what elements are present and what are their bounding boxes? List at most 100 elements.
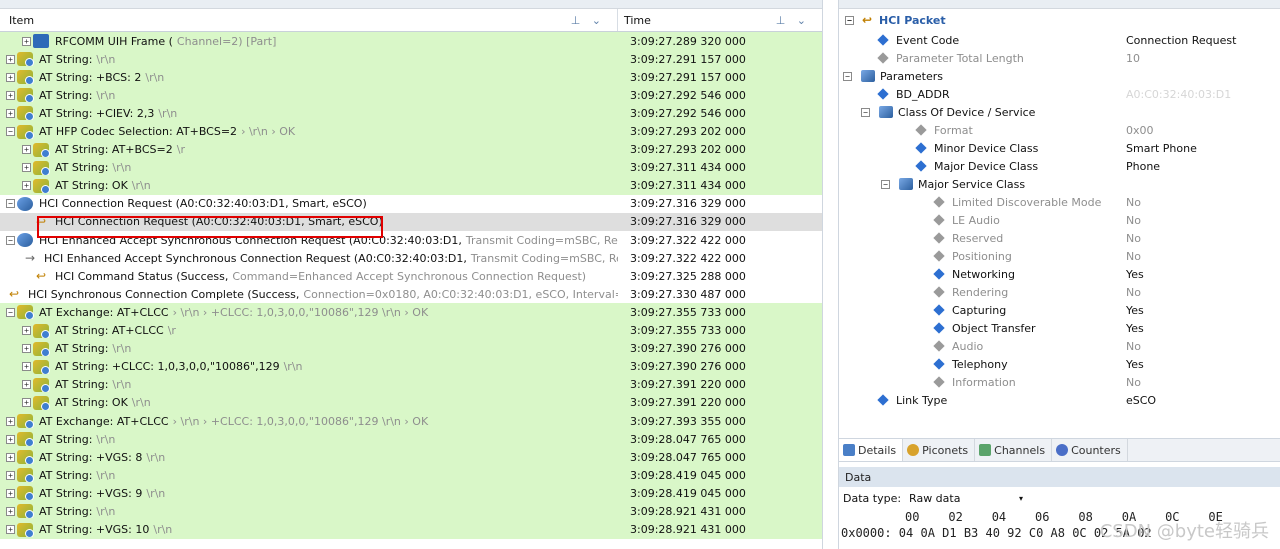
property-row[interactable]: − Major Service Class (839, 175, 1280, 193)
details-pane: − ↩ HCI Packet Event Code Connection Requ… (838, 0, 1280, 549)
packet-time: 3:09:27.293 202 000 (630, 143, 746, 157)
at-command-icon (17, 124, 34, 139)
packet-item-cell: ↩ HCI Synchronous Connection Complete (Su… (0, 287, 618, 301)
packet-row[interactable]: → HCI Enhanced Accept Synchronous Connect… (0, 249, 822, 268)
packet-row[interactable]: − AT Exchange: AT+CLCC › \r\n › +CLCC: 1,0… (0, 303, 822, 322)
expand-icon[interactable]: + (6, 452, 15, 462)
expand-icon[interactable]: + (22, 398, 31, 408)
property-row[interactable]: Rendering No (839, 283, 1280, 301)
packet-row[interactable]: + AT String: \r\n 3:09:28.921 431 000 (0, 502, 822, 521)
pin-filter-icon[interactable]: ⊥ ⌄ (776, 14, 810, 27)
expand-icon[interactable]: + (6, 506, 15, 516)
packet-row[interactable]: ↩ HCI Synchronous Connection Complete (Su… (0, 285, 822, 304)
time-column-header[interactable]: Time ⊥ ⌄ (618, 9, 822, 31)
tab-label: Piconets (922, 443, 969, 457)
collapse-icon[interactable]: − (843, 71, 852, 81)
property-row[interactable]: Networking Yes (839, 265, 1280, 283)
packet-row[interactable]: + AT String: \r\n 3:09:27.292 546 000 (0, 86, 822, 105)
property-row[interactable]: Audio No (839, 337, 1280, 355)
packet-row[interactable]: − AT HFP Codec Selection: AT+BCS=2 › \r\n … (0, 122, 822, 141)
packet-row[interactable]: + AT String: +CLCC: 1,0,3,0,0,"10086",129… (0, 357, 822, 376)
property-row[interactable]: Link Type eSCO (839, 391, 1280, 409)
packet-row[interactable]: − HCI Enhanced Accept Synchronous Connect… (0, 231, 822, 250)
property-row[interactable]: Major Device Class Phone (839, 157, 1280, 175)
packet-item-cell: + AT String: OK \r\n (0, 395, 618, 410)
expand-icon[interactable]: + (22, 181, 31, 191)
packet-row[interactable]: + AT String: +VGS: 8 \r\n 3:09:28.047 765 0… (0, 448, 822, 467)
counters-icon (1056, 444, 1069, 456)
expand-icon[interactable]: + (6, 72, 15, 82)
collapse-icon[interactable]: − (881, 179, 890, 189)
property-row[interactable]: Capturing Yes (839, 301, 1280, 319)
expand-icon[interactable]: + (22, 326, 31, 336)
packet-row[interactable]: ↩ HCI Command Status (Success, Command=En… (0, 267, 822, 286)
property-row[interactable]: Telephony Yes (839, 355, 1280, 373)
tab-piconets[interactable]: Piconets (903, 439, 976, 461)
property-row[interactable]: Reserved No (839, 229, 1280, 247)
property-row[interactable]: − Parameters (839, 67, 1280, 85)
property-row[interactable]: Event Code Connection Request (839, 31, 1280, 49)
expand-icon[interactable]: + (6, 108, 15, 118)
tab-label: Details (858, 443, 897, 457)
tab-counters[interactable]: Counters (1052, 439, 1128, 461)
property-row[interactable]: − Class Of Device / Service (839, 103, 1280, 121)
packet-row[interactable]: + AT String: +VGS: 10 \r\n 3:09:28.921 431 … (0, 520, 822, 539)
packet-row[interactable]: + AT Exchange: AT+CLCC › \r\n › +CLCC: 1,0… (0, 411, 822, 431)
packet-summary: AT String: (39, 504, 93, 518)
property-row[interactable]: Limited Discoverable Mode No (839, 193, 1280, 211)
expand-icon[interactable]: + (22, 380, 31, 390)
data-type-select[interactable]: Raw data ▾ (907, 490, 1025, 506)
packet-row[interactable]: + AT String: \r\n 3:09:27.311 434 000 (0, 158, 822, 177)
packet-row[interactable]: + AT String: +BCS: 2 \r\n 3:09:27.291 157 0… (0, 68, 822, 87)
property-row[interactable]: BD_ADDR A0:C0:32:40:03:D1 (839, 85, 1280, 103)
expand-icon[interactable]: + (6, 525, 15, 535)
packet-row[interactable]: + AT String: OK \r\n 3:09:27.311 434 000 (0, 176, 822, 195)
packet-row[interactable]: + RFCOMM UIH Frame (Channel=2) [Part] 3:09… (0, 32, 822, 51)
packet-row[interactable]: + AT String: +CIEV: 2,3 \r\n 3:09:27.292 54… (0, 104, 822, 123)
item-column-header[interactable]: Item ⊥ ⌄ (0, 9, 618, 31)
packet-summary: AT String: (39, 432, 93, 446)
packet-summary: HCI Synchronous Connection Complete (Suc… (28, 287, 300, 301)
collapse-icon[interactable]: − (6, 127, 15, 137)
property-row[interactable]: Format 0x00 (839, 121, 1280, 139)
packet-row[interactable]: + AT String: \r\n 3:09:28.047 765 000 (0, 430, 822, 449)
packet-row[interactable]: + AT String: \r\n 3:09:27.291 157 000 (0, 50, 822, 69)
property-row[interactable]: Positioning No (839, 247, 1280, 265)
property-name: Parameters (880, 69, 943, 83)
tab-channels[interactable]: Channels (975, 439, 1053, 461)
property-row[interactable]: Information No (839, 373, 1280, 391)
expand-icon[interactable]: + (22, 36, 31, 46)
expand-icon[interactable]: + (6, 90, 15, 100)
packet-row[interactable]: − HCI Connection Request (A0:C0:32:40:03:… (0, 194, 822, 213)
collapse-icon[interactable]: − (6, 235, 15, 245)
packet-row[interactable]: + AT String: +VGS: 9 \r\n 3:09:28.419 045 0… (0, 484, 822, 503)
packet-row[interactable]: + AT String: AT+CLCC \r 3:09:27.355 733 000 (0, 321, 822, 340)
expand-icon[interactable]: + (22, 145, 31, 155)
packet-row[interactable]: + AT String: \r\n 3:09:27.390 276 000 (0, 339, 822, 358)
expand-icon[interactable]: + (22, 163, 31, 173)
collapse-icon[interactable]: − (845, 15, 854, 25)
expand-icon[interactable]: + (6, 434, 15, 444)
property-name-cell: − Parameters (839, 70, 1126, 83)
packet-row[interactable]: + AT String: OK \r\n 3:09:27.391 220 000 (0, 393, 822, 412)
expand-icon[interactable]: + (22, 362, 31, 372)
property-row[interactable]: Object Transfer Yes (839, 319, 1280, 337)
collapse-icon[interactable]: − (6, 307, 15, 317)
collapse-icon[interactable]: − (6, 199, 15, 209)
packet-row[interactable]: + AT String: \r\n 3:09:27.391 220 000 (0, 375, 822, 394)
expand-icon[interactable]: + (6, 488, 15, 498)
pin-filter-icon[interactable]: ⊥ ⌄ (571, 14, 605, 27)
property-row[interactable]: Minor Device Class Smart Phone (839, 139, 1280, 157)
property-row[interactable]: LE Audio No (839, 211, 1280, 229)
expand-icon[interactable]: + (6, 470, 15, 480)
collapse-icon[interactable]: − (861, 107, 870, 117)
property-row[interactable]: Parameter Total Length 10 (839, 49, 1280, 67)
details-title[interactable]: − ↩ HCI Packet (839, 9, 1280, 31)
expand-icon[interactable]: + (6, 54, 15, 64)
packet-row[interactable]: + AT String: \r\n 3:09:28.419 045 000 (0, 466, 822, 485)
expand-icon[interactable]: + (6, 416, 15, 426)
tab-details[interactable]: Details (839, 439, 904, 461)
packet-row[interactable]: + AT String: AT+BCS=2 \r 3:09:27.293 202 00… (0, 140, 822, 159)
expand-icon[interactable]: + (22, 344, 31, 354)
packet-row[interactable]: ↩ HCI Connection Request (A0:C0:32:40:03:… (0, 212, 822, 232)
